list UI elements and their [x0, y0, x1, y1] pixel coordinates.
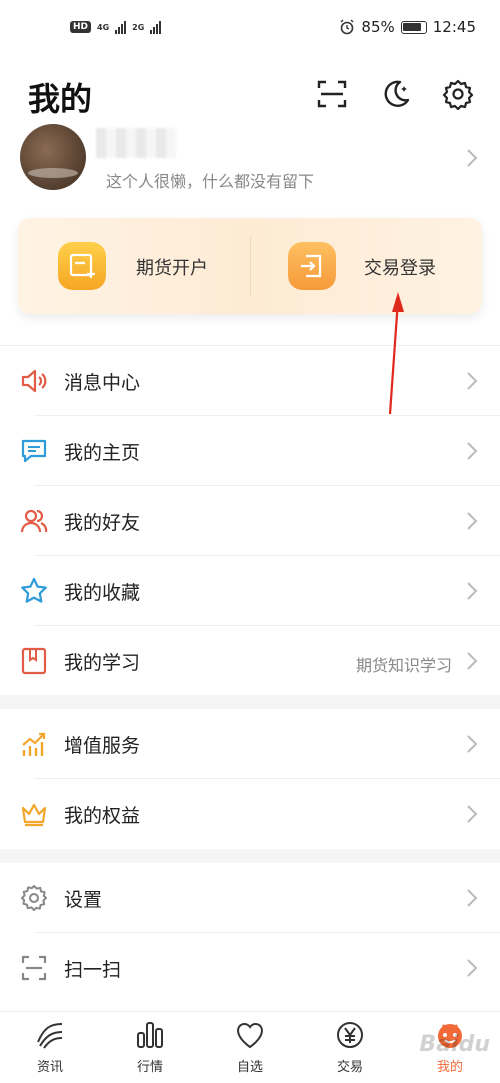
scan-icon[interactable] [316, 78, 348, 110]
status-bar: HD 4G 2G 85% 12:45 [0, 0, 500, 58]
group-separator [0, 695, 500, 709]
mascot-icon [438, 1024, 462, 1048]
username-blurred [96, 128, 176, 158]
chat-bubble-icon [21, 439, 47, 463]
signal-icon [115, 20, 127, 34]
tab-label: 交易 [336, 1060, 363, 1075]
avatar[interactable] [20, 124, 86, 190]
tab-label: 我的 [436, 1060, 463, 1075]
chevron-right-icon [467, 805, 478, 823]
news-icon [37, 1023, 63, 1049]
bottom-tab-bar: 资讯 行情 自选 交易 我的 [0, 1011, 500, 1083]
menu-item-label: 增值服务 [64, 735, 141, 757]
menu-item-my-benefits[interactable]: 我的权益 [0, 779, 500, 849]
menu-item-label: 我的主页 [64, 442, 141, 464]
tab-label: 资讯 [36, 1060, 63, 1075]
menu-item-my-learning[interactable]: 我的学习 期货知识学习 [0, 626, 500, 696]
chevron-right-icon [467, 652, 478, 670]
tab-market[interactable]: 行情 [100, 1012, 200, 1083]
menu-item-value-added-services[interactable]: 增值服务 [0, 709, 500, 779]
market-bars-icon [137, 1022, 163, 1048]
page-title: 我的 [28, 80, 93, 118]
battery-percent: 85% [361, 18, 395, 36]
chevron-right-icon [467, 959, 478, 977]
chevron-right-icon [467, 372, 478, 390]
trade-login-label: 交易登录 [364, 258, 436, 279]
crown-icon [21, 803, 47, 827]
open-account-label: 期货开户 [136, 258, 208, 279]
tab-news[interactable]: 资讯 [0, 1012, 100, 1083]
menu-item-label: 我的权益 [64, 805, 141, 827]
menu-item-message-center[interactable]: 消息中心 [0, 346, 500, 416]
heart-icon [236, 1022, 264, 1049]
night-mode-icon[interactable] [380, 78, 412, 110]
alarm-icon [340, 19, 354, 35]
menu-item-label: 我的学习 [64, 652, 141, 674]
header: 我的 [0, 70, 500, 120]
star-icon [21, 577, 47, 603]
battery-icon [400, 20, 427, 34]
menu-group-primary: 消息中心 我的主页 我的好友 我的收藏 我的学习 期货知识学习 [0, 345, 500, 696]
account-card: 期货开户 交易登录 [18, 218, 482, 314]
signal-icon [150, 20, 162, 34]
menu-item-settings[interactable]: 设置 [0, 863, 500, 933]
hd-badge: HD [70, 21, 92, 33]
group-separator [0, 849, 500, 863]
clock: 12:45 [432, 18, 476, 36]
network-indicators: HD 4G 2G [70, 20, 162, 34]
menu-item-scan[interactable]: 扫一扫 [0, 933, 500, 1003]
gear-icon[interactable] [442, 78, 474, 110]
network-2g-label: 2G [132, 22, 145, 32]
menu-item-my-favorites[interactable]: 我的收藏 [0, 556, 500, 626]
network-4g-label: 4G [97, 22, 110, 32]
chevron-right-icon [467, 889, 478, 907]
tab-trade[interactable]: 交易 [300, 1012, 400, 1083]
chevron-right-icon [467, 735, 478, 753]
speaker-icon [21, 369, 47, 393]
menu-group-settings: 设置 扫一扫 [0, 863, 500, 1003]
menu-item-label: 我的收藏 [64, 582, 141, 604]
tab-mine[interactable]: 我的 [400, 1012, 500, 1083]
menu-item-label: 扫一扫 [64, 959, 122, 981]
trade-login-button[interactable]: 交易登录 [250, 218, 482, 314]
chevron-right-icon [467, 442, 478, 460]
chevron-right-icon [467, 582, 478, 600]
chevron-right-icon [467, 149, 478, 167]
menu-item-label: 消息中心 [64, 372, 141, 394]
menu-item-my-homepage[interactable]: 我的主页 [0, 416, 500, 486]
chevron-right-icon [467, 512, 478, 530]
yen-coin-icon [337, 1022, 363, 1048]
profile-bio: 这个人很懒，什么都没有留下 [106, 172, 315, 191]
book-icon [21, 647, 47, 675]
menu-item-my-friends[interactable]: 我的好友 [0, 486, 500, 556]
open-account-icon [58, 242, 106, 290]
status-right: 85% 12:45 [339, 18, 476, 36]
open-account-button[interactable]: 期货开户 [18, 218, 250, 314]
profile-row[interactable]: 这个人很懒，什么都没有留下 [0, 122, 500, 194]
menu-item-subtitle: 期货知识学习 [355, 656, 452, 675]
menu-item-label: 我的好友 [64, 512, 141, 534]
friends-icon [20, 509, 48, 533]
tab-label: 行情 [136, 1060, 163, 1075]
tab-watchlist[interactable]: 自选 [200, 1012, 300, 1083]
gear-icon [21, 885, 47, 911]
menu-item-label: 设置 [64, 889, 103, 911]
scan-icon [21, 955, 47, 981]
login-icon [288, 242, 336, 290]
menu-group-services: 增值服务 我的权益 [0, 709, 500, 849]
tab-label: 自选 [236, 1060, 263, 1075]
growth-chart-icon [22, 732, 46, 756]
